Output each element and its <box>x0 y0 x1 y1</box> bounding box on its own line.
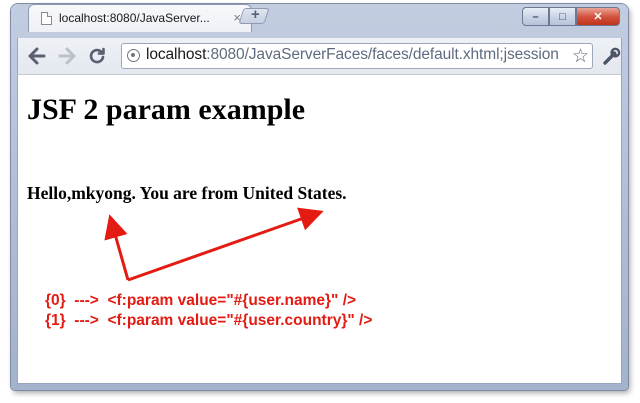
back-button[interactable] <box>26 45 48 67</box>
annotation-line-2: {1} ---> <f:param value="#{user.country}… <box>45 312 373 329</box>
arrow-left-icon <box>28 47 46 65</box>
browser-tab[interactable]: localhost:8080/JavaServer... × <box>28 4 252 32</box>
forward-button[interactable] <box>56 45 78 67</box>
url-host: localhost <box>146 46 207 63</box>
page-content: JSF 2 param example Hello,mkyong. You ar… <box>17 74 622 384</box>
greeting-text: Hello,mkyong. You are from United States… <box>27 183 347 203</box>
arrow-to-country <box>127 207 324 282</box>
browser-toolbar: localhost:8080/JavaServerFaces/faces/def… <box>17 38 622 74</box>
close-window-button[interactable]: ✕ <box>576 7 620 26</box>
reload-button[interactable] <box>86 45 108 67</box>
maximize-button[interactable]: □ <box>549 7 576 26</box>
url-text[interactable]: localhost:8080/JavaServerFaces/faces/def… <box>146 46 559 64</box>
arrow-right-icon <box>58 47 76 65</box>
bookmark-star-icon[interactable]: ☆ <box>568 45 589 68</box>
page-heading: JSF 2 param example <box>27 93 306 126</box>
page-favicon-icon <box>41 12 52 25</box>
page-info-icon[interactable] <box>127 49 140 62</box>
tab-title: localhost:8080/JavaServer... <box>59 11 210 25</box>
browser-window: localhost:8080/JavaServer... × + – □ ✕ l… <box>11 4 628 390</box>
plus-icon: + <box>251 6 260 23</box>
title-bar: localhost:8080/JavaServer... × + – □ ✕ <box>11 4 628 38</box>
address-bar[interactable]: localhost:8080/JavaServerFaces/faces/def… <box>121 43 593 69</box>
reload-icon <box>89 47 105 64</box>
wrench-icon <box>603 47 621 65</box>
url-path: :8080/JavaServerFaces/faces/default.xhtm… <box>206 46 559 63</box>
arrow-to-name <box>104 214 130 281</box>
window-controls: – □ ✕ <box>522 7 620 27</box>
annotation-line-1: {0} ---> <f:param value="#{user.name}" /… <box>45 292 357 309</box>
minimize-button[interactable]: – <box>522 7 549 26</box>
wrench-menu-button[interactable] <box>601 45 623 67</box>
